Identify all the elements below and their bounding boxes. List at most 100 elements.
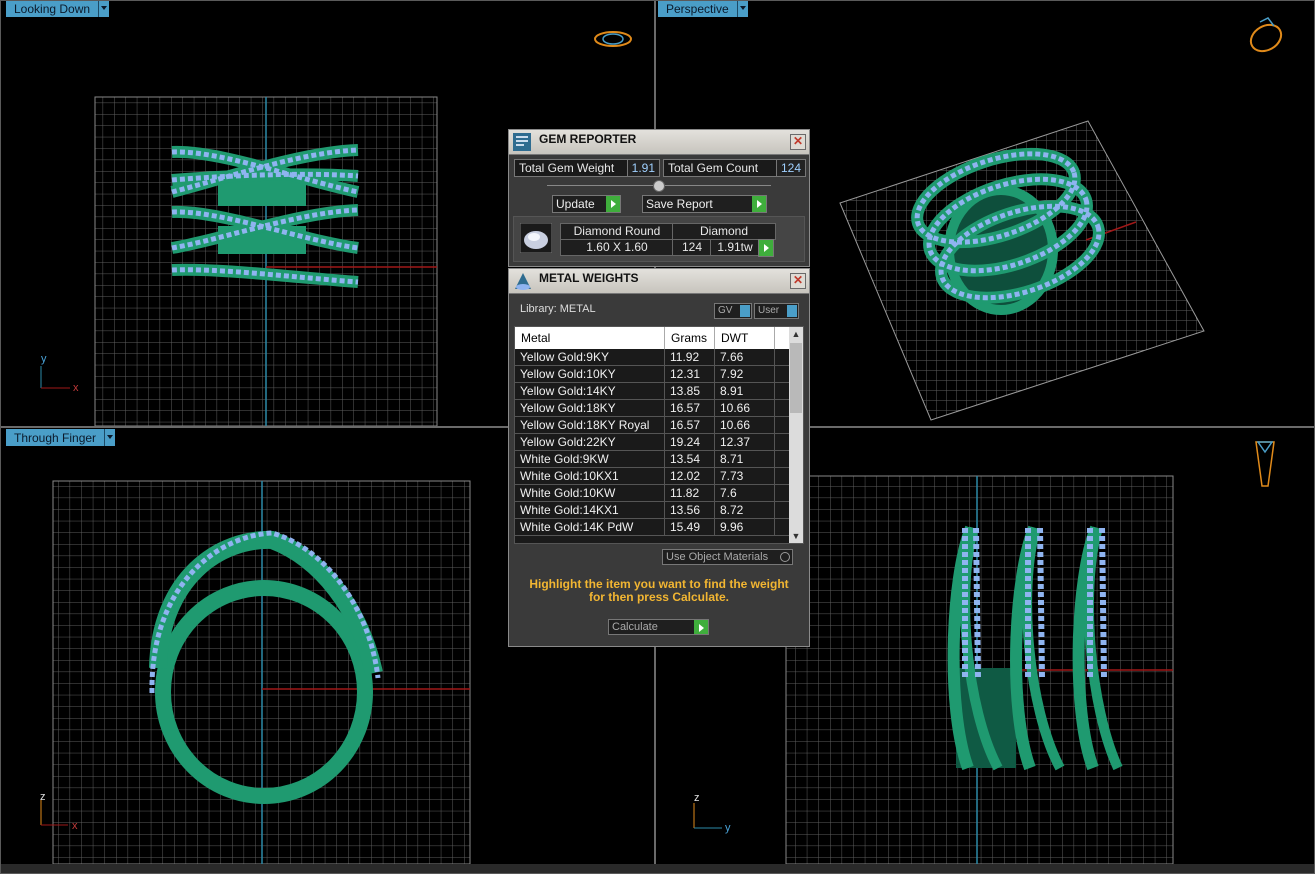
scroll-thumb[interactable] [790,343,802,413]
close-icon[interactable]: ✕ [790,273,806,289]
use-object-materials-toggle[interactable]: Use Object Materials [662,549,793,565]
gem-reporter-icon [513,133,531,151]
radio-icon [780,552,790,562]
chevron-down-icon[interactable] [736,0,748,17]
metal-table[interactable]: Metal Grams DWT Yellow Gold:9KY 11.92 7.66… [514,326,804,544]
metal-weights-panel[interactable]: METAL WEIGHTS ✕ Library: METAL GV User M… [508,268,810,647]
play-icon [759,240,773,256]
column-header-dwt[interactable]: DWT [715,327,775,349]
viewport-label: Perspective [658,0,737,17]
metal-name: White Gold:10KW [515,485,665,501]
dwt-value: 7.6 [715,485,775,501]
metal-name: Yellow Gold:18KY [515,400,665,416]
save-report-button-label: Save Report [646,197,713,211]
viewport-label-dropdown[interactable]: Perspective [658,0,748,17]
table-row[interactable]: White Gold:14K PdW 15.49 9.96 [515,519,803,536]
gem-count: 124 [672,239,712,256]
column-header-grams[interactable]: Grams [665,327,715,349]
grams-value: 16.57 [665,400,715,416]
table-header: Metal Grams DWT [515,327,803,349]
axis-indicator: z y [693,792,731,834]
panel-titlebar[interactable]: GEM REPORTER ✕ [509,130,809,155]
grams-value: 19.24 [665,434,715,450]
metal-name: Yellow Gold:9KY [515,349,665,365]
axis-z-label: z [694,792,700,804]
chevron-down-icon[interactable] [104,429,116,446]
total-gem-count-label: Total Gem Count [668,161,759,175]
grams-value: 12.02 [665,468,715,484]
gv-toggle[interactable]: GV [714,303,752,319]
gv-label: GV [718,305,733,316]
table-row[interactable]: Yellow Gold:14KY 13.85 8.91 [515,383,803,400]
dwt-value: 8.71 [715,451,775,467]
grams-value: 16.57 [665,417,715,433]
table-row[interactable]: Yellow Gold:18KY Royal 16.57 10.66 [515,417,803,434]
calculate-hint-line-2: for then press Calculate. [588,590,730,604]
gem-reporter-panel[interactable]: GEM REPORTER ✕ Total Gem Weight 1.91 Tot… [508,129,810,267]
axis-y-label: y [41,353,47,365]
metal-name: Yellow Gold:18KY Royal [515,417,665,433]
dwt-value: 8.72 [715,502,775,518]
table-scrollbar[interactable]: ▲ ▼ [789,327,803,543]
close-icon[interactable]: ✕ [790,134,806,150]
axis-indicator: y x [40,353,79,394]
gem-size: 1.60 X 1.60 [560,239,674,256]
total-gem-weight-value: 1.91 [626,160,659,176]
panel-titlebar[interactable]: METAL WEIGHTS ✕ [509,269,809,294]
axis-z-label: z [40,791,46,803]
scroll-up-icon[interactable]: ▲ [789,327,803,341]
save-report-button[interactable]: Save Report [642,195,767,213]
library-label: Library: METAL [520,303,596,315]
viewport-label-dropdown[interactable]: Looking Down [6,0,110,17]
table-row[interactable]: White Gold:14KX1 13.56 8.72 [515,502,803,519]
dwt-value: 12.37 [715,434,775,450]
dwt-value: 10.66 [715,400,775,416]
metal-name: White Gold:10KX1 [515,468,665,484]
user-toggle[interactable]: User [754,303,799,319]
play-icon [752,196,766,212]
metal-name: White Gold:9KW [515,451,665,467]
table-row[interactable]: Yellow Gold:9KY 11.92 7.66 [515,349,803,366]
play-icon [606,196,620,212]
view-orientation-icon[interactable] [594,31,632,47]
metal-name: White Gold:14K PdW [515,519,665,535]
view-orientation-icon[interactable] [1255,441,1275,487]
update-button[interactable]: Update [552,195,621,213]
view-orientation-icon[interactable] [1246,17,1286,56]
total-gem-count-field: Total Gem Count 124 [663,159,806,177]
info-icon [740,305,750,317]
splitter-handle-icon[interactable] [653,180,665,192]
table-row[interactable]: Yellow Gold:10KY 12.31 7.92 [515,366,803,383]
table-row[interactable]: White Gold:10KX1 12.02 7.73 [515,468,803,485]
axis-y-label: y [725,822,731,834]
metal-name: White Gold:14KX1 [515,502,665,518]
scroll-down-icon[interactable]: ▼ [789,529,803,543]
metal-weights-icon [515,273,531,290]
dwt-value: 8.91 [715,383,775,399]
panel-title: METAL WEIGHTS [539,271,639,285]
gem-entry[interactable]: Diamond Round Diamond 1.60 X 1.60 124 1.… [513,216,805,262]
dwt-value: 10.66 [715,417,775,433]
update-button-label: Update [556,197,595,211]
status-bar [0,864,1315,874]
grams-value: 11.82 [665,485,715,501]
grams-value: 13.85 [665,383,715,399]
metal-name: Yellow Gold:22KY [515,434,665,450]
table-row[interactable]: Yellow Gold:18KY 16.57 10.66 [515,400,803,417]
gem-detail-button[interactable] [758,239,774,257]
gem-shape: Diamond Round [560,223,674,240]
dwt-value: 9.96 [715,519,775,535]
axis-x-label: x [73,382,79,394]
viewport-label: Through Finger [6,429,105,446]
gem-weight: 1.91tw [710,239,760,256]
grams-value: 11.92 [665,349,715,365]
user-label: User [758,305,780,316]
table-row[interactable]: White Gold:10KW 11.82 7.6 [515,485,803,502]
calculate-button[interactable]: Calculate [608,619,709,635]
chevron-down-icon[interactable] [98,0,110,17]
viewport-label-dropdown[interactable]: Through Finger [6,429,116,446]
table-row[interactable]: White Gold:9KW 13.54 8.71 [515,451,803,468]
table-row[interactable]: Yellow Gold:22KY 19.24 12.37 [515,434,803,451]
grams-value: 13.54 [665,451,715,467]
column-header-metal[interactable]: Metal [515,327,665,349]
